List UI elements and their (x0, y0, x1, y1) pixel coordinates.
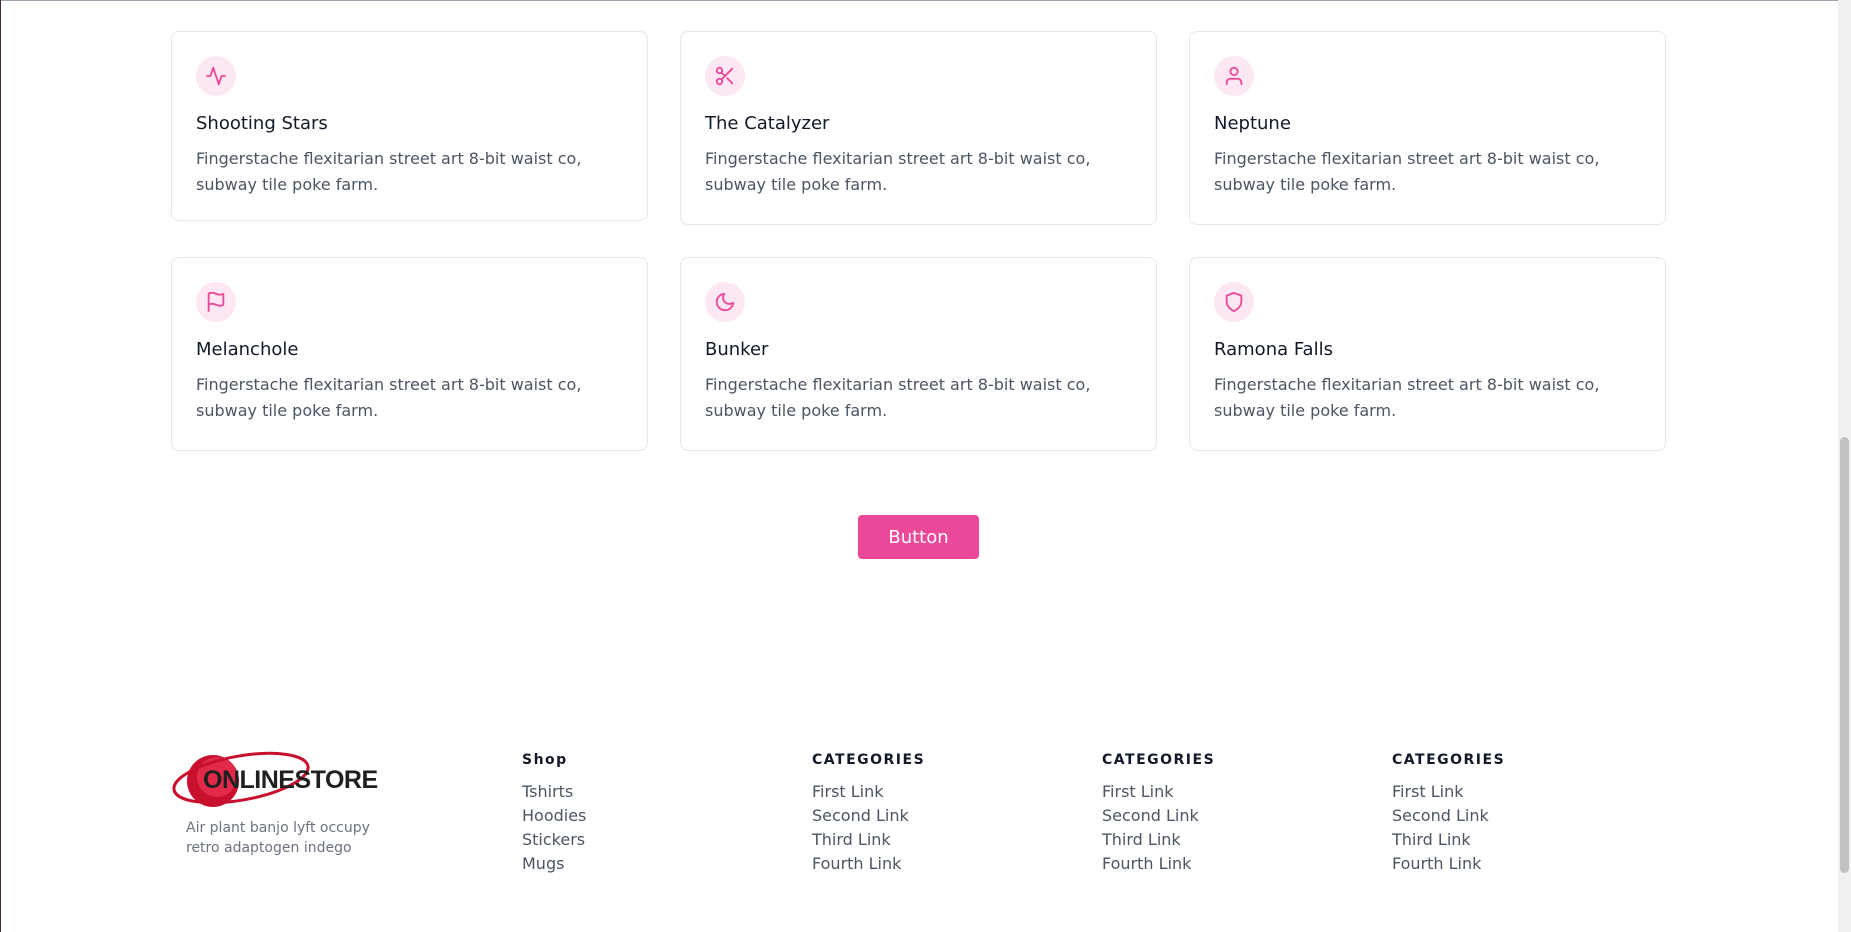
footer-heading: CATEGORIES (1392, 752, 1506, 768)
user-icon (1214, 56, 1254, 96)
footer-heading: CATEGORIES (1102, 752, 1216, 768)
footer-link[interactable]: Hoodies (522, 804, 586, 828)
feature-title: Shooting Stars (196, 113, 328, 134)
page-left-edge (0, 0, 1, 932)
feature-description: Fingerstache flexitarian street art 8-bi… (196, 149, 582, 194)
footer-link[interactable]: Second Link (1392, 804, 1505, 828)
feature-card-neptune: Neptune Fingerstache flexitarian street … (1189, 31, 1666, 225)
feature-card-the-catalyzer: The Catalyzer Fingerstache flexitarian s… (680, 31, 1157, 225)
page-top-edge (0, 0, 1838, 1)
footer-link[interactable]: Fourth Link (1102, 852, 1215, 876)
feature-card-ramona-falls: Ramona Falls Fingerstache flexitarian st… (1189, 257, 1666, 451)
footer-link[interactable]: Stickers (522, 828, 586, 852)
feature-card-bunker: Bunker Fingerstache flexitarian street a… (680, 257, 1157, 451)
flag-icon (196, 282, 236, 322)
footer-column-categories-3: CATEGORIES First Link Second Link Third … (1392, 752, 1505, 876)
footer-link[interactable]: Fourth Link (812, 852, 925, 876)
footer-heading: Shop (522, 752, 568, 768)
onlinestore-logo[interactable]: ONLINESTORE (171, 750, 381, 812)
feature-title: Ramona Falls (1214, 339, 1333, 360)
feature-title: Neptune (1214, 113, 1291, 134)
feature-description: Fingerstache flexitarian street art 8-bi… (705, 149, 1091, 194)
footer-link[interactable]: First Link (1392, 780, 1505, 804)
primary-button[interactable]: Button (858, 515, 979, 559)
logo-text: ONLINESTORE (203, 766, 378, 794)
footer-link[interactable]: First Link (812, 780, 925, 804)
footer-link[interactable]: First Link (1102, 780, 1215, 804)
feature-title: Melanchole (196, 339, 299, 360)
footer-link[interactable]: Second Link (1102, 804, 1215, 828)
footer-link[interactable]: Tshirts (522, 780, 586, 804)
footer-heading: CATEGORIES (812, 752, 926, 768)
feature-description: Fingerstache flexitarian street art 8-bi… (196, 375, 582, 420)
moon-icon (705, 282, 745, 322)
footer-link[interactable]: Fourth Link (1392, 852, 1505, 876)
scrollbar-thumb[interactable] (1840, 437, 1849, 873)
footer-link[interactable]: Mugs (522, 852, 586, 876)
feature-card-shooting-stars: Shooting Stars Fingerstache flexitarian … (171, 31, 648, 221)
feature-title: The Catalyzer (705, 113, 830, 134)
footer-column-shop: Shop Tshirts Hoodies Stickers Mugs (522, 752, 586, 876)
feature-description: Fingerstache flexitarian street art 8-bi… (705, 375, 1091, 420)
shield-icon (1214, 282, 1254, 322)
footer-link[interactable]: Second Link (812, 804, 925, 828)
footer-link[interactable]: Third Link (1392, 828, 1505, 852)
scissors-icon (705, 56, 745, 96)
footer-column-categories-1: CATEGORIES First Link Second Link Third … (812, 752, 925, 876)
footer-link[interactable]: Third Link (812, 828, 925, 852)
pulse-icon (196, 56, 236, 96)
footer-link[interactable]: Third Link (1102, 828, 1215, 852)
footer-tagline: Air plant banjo lyft occupy retro adapto… (186, 820, 370, 856)
feature-description: Fingerstache flexitarian street art 8-bi… (1214, 149, 1600, 194)
feature-title: Bunker (705, 339, 769, 360)
feature-description: Fingerstache flexitarian street art 8-bi… (1214, 375, 1600, 420)
feature-card-melanchole: Melanchole Fingerstache flexitarian stre… (171, 257, 648, 451)
footer-column-categories-2: CATEGORIES First Link Second Link Third … (1102, 752, 1215, 876)
